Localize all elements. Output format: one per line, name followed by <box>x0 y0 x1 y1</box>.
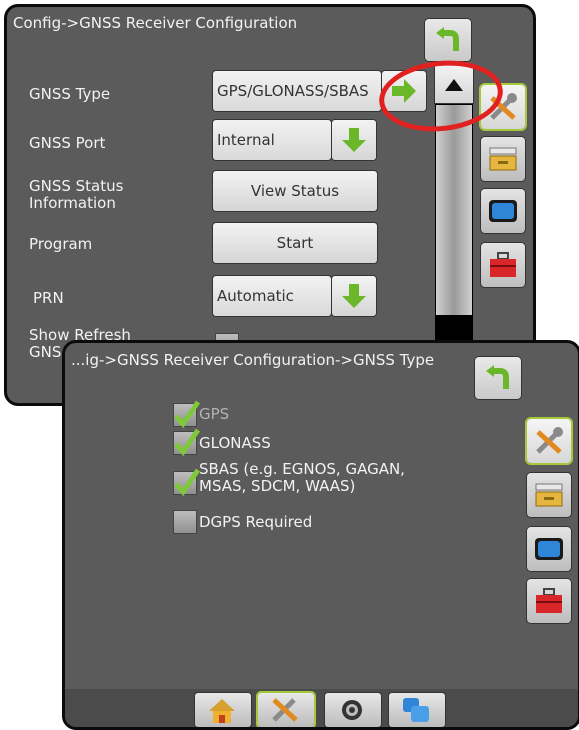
data-icon <box>403 698 429 722</box>
arrow-down-icon <box>342 284 366 308</box>
view-status-button[interactable]: View Status <box>213 171 377 211</box>
dgps-required-label: DGPS Required <box>199 513 313 531</box>
prn-dropdown-button[interactable] <box>332 276 376 316</box>
gnss-port-label: GNSS Port <box>29 134 106 152</box>
dgps-required-checkbox[interactable] <box>173 510 197 534</box>
prn-field[interactable]: Automatic <box>213 276 331 316</box>
back-button[interactable] <box>425 19 471 61</box>
side-display-button[interactable] <box>481 189 525 233</box>
gps-label: GPS <box>199 405 230 423</box>
display-icon <box>535 538 563 560</box>
gnss-port-dropdown-button[interactable] <box>332 120 376 160</box>
side-console-button[interactable] <box>527 473 571 517</box>
gnss-type-label: GNSS Type <box>29 85 111 103</box>
gnss-icon <box>342 700 362 720</box>
gps-checkbox[interactable] <box>173 400 200 428</box>
console-icon <box>535 483 563 507</box>
tools-icon <box>272 698 298 722</box>
page-title: Config->GNSS Receiver Configuration <box>13 14 298 32</box>
prn-value: Automatic <box>217 287 294 305</box>
gnss-port-field[interactable]: Internal <box>213 120 331 160</box>
back-arrow-icon <box>436 27 459 51</box>
checkmark-icon <box>174 428 200 456</box>
gnss-status-label: GNSS Status Information <box>29 177 124 212</box>
back-arrow-icon <box>486 365 509 389</box>
glonass-checkbox[interactable] <box>173 428 200 456</box>
toolbox-icon <box>536 588 562 613</box>
scrollbar-thumb[interactable] <box>436 105 472 315</box>
gnss-type-field[interactable]: GPS/GLONASS/SBAS <box>213 71 381 111</box>
tab-gnss[interactable] <box>325 693 381 727</box>
console-icon <box>489 147 517 171</box>
side-tools-button[interactable] <box>527 419 571 463</box>
program-start-button[interactable]: Start <box>213 223 377 263</box>
side-display-button[interactable] <box>527 527 571 571</box>
arrow-down-icon <box>342 128 366 152</box>
tools-icon <box>536 427 563 454</box>
prn-label: PRN <box>33 289 64 307</box>
gnss-port-value: Internal <box>217 131 275 149</box>
tab-tools[interactable] <box>258 693 314 727</box>
sbas-checkbox[interactable] <box>173 468 200 496</box>
home-icon <box>209 699 235 723</box>
gnss-type-value: GPS/GLONASS/SBAS <box>217 82 369 100</box>
checkmark-icon <box>174 400 200 428</box>
program-label: Program <box>29 235 93 253</box>
sbas-label: SBAS (e.g. EGNOS, GAGAN, MSAS, SDCM, WAA… <box>199 460 405 495</box>
gnss-type-panel: ...ig->GNSS Receiver Configuration->GNSS… <box>62 340 579 730</box>
side-toolbox-button[interactable] <box>481 243 525 287</box>
side-console-button[interactable] <box>481 137 525 181</box>
tab-home[interactable] <box>195 693 251 727</box>
toolbox-icon <box>490 252 516 277</box>
side-toolbox-button[interactable] <box>527 579 571 623</box>
checkmark-icon <box>174 468 200 496</box>
glonass-label: GLONASS <box>199 434 271 452</box>
bottom-tab-bar <box>65 689 578 727</box>
tab-data[interactable] <box>389 693 445 727</box>
display-icon <box>489 200 517 222</box>
page-title: ...ig->GNSS Receiver Configuration->GNSS… <box>71 351 435 369</box>
back-button[interactable] <box>475 357 521 399</box>
